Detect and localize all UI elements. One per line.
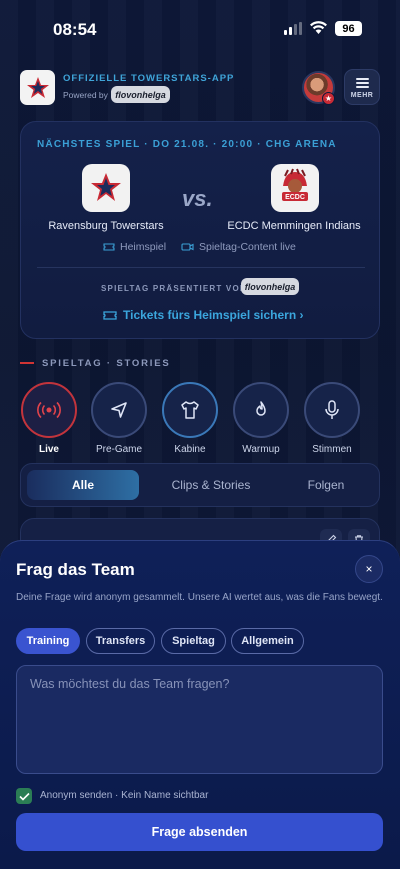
- more-menu-button[interactable]: MEHR: [344, 69, 380, 105]
- story-ring: [304, 382, 360, 438]
- story-live[interactable]: Live: [20, 382, 78, 455]
- section-accent-line: [20, 362, 34, 364]
- star-badge-icon: ★: [322, 92, 335, 105]
- tab-alle[interactable]: Alle: [27, 470, 139, 500]
- video-icon: [181, 243, 194, 251]
- tickets-label: Tickets fürs Heimspiel sichern ›: [123, 308, 304, 322]
- ticket-icon: [103, 243, 115, 251]
- jersey-icon: [181, 401, 199, 419]
- flame-icon: [256, 401, 266, 416]
- story-label: Kabine: [174, 444, 206, 455]
- story-ring: [91, 382, 147, 438]
- wifi-icon: [310, 21, 327, 34]
- story-label: Pre-Game: [95, 444, 143, 455]
- partner-logo[interactable]: flovonhelga: [111, 86, 170, 103]
- hamburger-icon: [355, 76, 369, 90]
- home-game-label: Heimspiel: [120, 241, 167, 253]
- sponsor-logo[interactable]: flovonhelga: [241, 278, 299, 295]
- cellular-signal-icon: [284, 22, 302, 35]
- category-chip-training[interactable]: Training: [16, 628, 80, 654]
- anonymous-checkbox[interactable]: [16, 788, 32, 804]
- navigation-arrow-icon: [111, 402, 127, 418]
- home-team-logo[interactable]: [82, 164, 130, 212]
- close-icon: ×: [365, 562, 373, 576]
- more-label: MEHR: [350, 91, 374, 99]
- presented-by-label: SPIELTAG PRÄSENTIERT VON: [101, 284, 247, 293]
- category-chip-spieltag[interactable]: Spieltag: [161, 628, 226, 654]
- checkmark-icon: [18, 792, 30, 801]
- towerstars-logo[interactable]: [20, 70, 55, 105]
- story-pre-game[interactable]: Pre-Game: [90, 382, 148, 455]
- story-label: Live: [38, 444, 59, 455]
- status-time: 08:54: [53, 20, 97, 39]
- story-ring: [162, 382, 218, 438]
- powered-by-label: Powered by: [63, 90, 108, 100]
- story-warmup[interactable]: Warmup: [232, 382, 290, 455]
- submit-question-button[interactable]: Frage absenden: [16, 813, 383, 851]
- next-match-card: NÄCHSTES SPIEL · DO 21.08. · 20:00 · CHG…: [20, 121, 380, 339]
- microphone-icon: [325, 400, 339, 419]
- status-bar: 08:54 96: [0, 0, 400, 58]
- card-divider: [37, 267, 365, 268]
- away-team-name: ECDC Memmingen Indians: [227, 220, 361, 232]
- content-live-tag: Spieltag-Content live: [181, 241, 296, 253]
- match-info: NÄCHSTES SPIEL · DO 21.08. · 20:00 · CHG…: [37, 139, 337, 150]
- broadcast-icon: [37, 401, 61, 419]
- story-kabine[interactable]: Kabine: [161, 382, 219, 455]
- home-game-tag: Heimspiel: [103, 241, 166, 253]
- app-title: OFFIZIELLE TOWERSTARS-APP: [63, 73, 235, 84]
- sheet-title: Frag das Team: [16, 560, 135, 579]
- away-team-logo[interactable]: ECDC: [271, 164, 319, 212]
- close-button[interactable]: ×: [355, 555, 383, 583]
- category-chip-allgemein[interactable]: Allgemein: [231, 628, 304, 654]
- svg-text:ECDC: ECDC: [285, 194, 305, 201]
- stories-section-title: SPIELTAG · STORIES: [42, 358, 171, 369]
- tab-folgen[interactable]: Folgen: [276, 470, 376, 500]
- content-live-label: Spieltag-Content live: [199, 241, 296, 253]
- story-ring: [233, 382, 289, 438]
- story-label: Warmup: [242, 444, 280, 455]
- tickets-link[interactable]: Tickets fürs Heimspiel sichern ›: [103, 308, 304, 322]
- indians-crest-icon: ECDC: [282, 168, 308, 201]
- anonymous-label: Anonym senden · Kein Name sichtbar: [40, 790, 209, 801]
- story-stimmen[interactable]: Stimmen: [303, 382, 361, 455]
- home-team-name: Ravensburg Towerstars: [48, 220, 164, 232]
- towerstars-crest-icon: [91, 173, 121, 201]
- battery-indicator: 96: [335, 21, 362, 36]
- tab-clips-stories[interactable]: Clips & Stories: [156, 470, 266, 500]
- versus-label: vs.: [182, 186, 213, 211]
- ticket-icon: [103, 310, 117, 320]
- story-ring: [21, 382, 77, 438]
- feed-tabs: Alle Clips & Stories Folgen: [20, 463, 380, 507]
- ask-team-sheet: Frag das Team × Deine Frage wird anonym …: [0, 540, 400, 869]
- category-chip-transfers[interactable]: Transfers: [86, 628, 155, 654]
- story-label: Stimmen: [312, 444, 352, 455]
- question-input[interactable]: [16, 665, 383, 774]
- sheet-description: Deine Frage wird anonym gesammelt. Unser…: [16, 592, 383, 603]
- star-logo-icon: [26, 76, 49, 98]
